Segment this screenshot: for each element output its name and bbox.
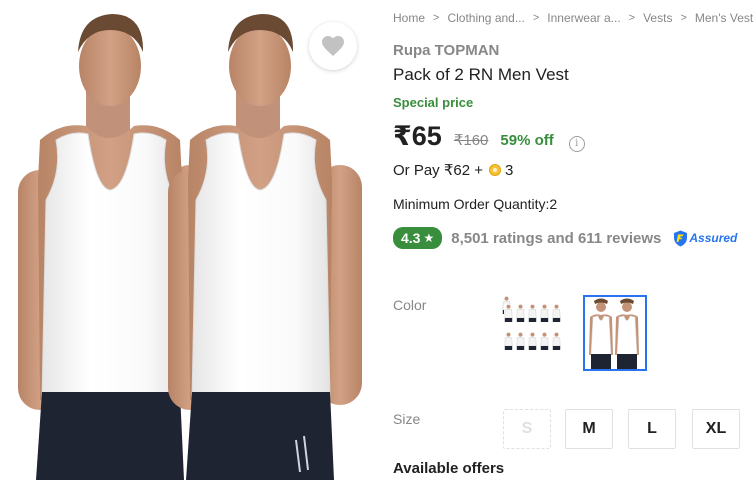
size-option-s[interactable]: S: [503, 409, 551, 449]
ratings-reviews-count[interactable]: 8,501 ratings and 611 reviews: [451, 230, 661, 247]
breadcrumb-mens-vest[interactable]: Men's Vest: [695, 11, 753, 25]
color-label: Color: [393, 297, 427, 313]
supercoin-icon: [489, 164, 501, 176]
supercoin-count: 3: [505, 161, 514, 179]
product-image[interactable]: [0, 0, 373, 480]
size-option-l[interactable]: L: [628, 409, 676, 449]
color-swatch-pack-of-10[interactable]: [501, 295, 565, 371]
swatch-image: [585, 297, 645, 369]
original-price: ₹160: [453, 132, 489, 149]
product-photo: [18, 14, 362, 480]
breadcrumb-vests[interactable]: Vests: [643, 11, 672, 25]
assured-badge: Assured: [673, 230, 737, 247]
wishlist-button[interactable]: [309, 22, 357, 70]
supercoin-offer: Or Pay ₹62 + 3: [393, 161, 514, 180]
special-price-label: Special price: [393, 95, 474, 110]
rating-row: 4.3 ★ 8,501 ratings and 611 reviews Assu…: [393, 227, 737, 249]
rating-badge[interactable]: 4.3 ★: [393, 227, 443, 249]
chevron-right-icon: >: [680, 12, 687, 24]
swatch-image: [502, 296, 562, 351]
size-option-m[interactable]: M: [565, 409, 613, 449]
breadcrumb-home[interactable]: Home: [393, 11, 425, 25]
chevron-right-icon: >: [532, 12, 540, 24]
model-right: [168, 14, 362, 480]
color-swatch-pack-of-2-selected[interactable]: [583, 295, 647, 371]
rating-value: 4.3: [401, 230, 421, 246]
assured-shield-icon: [674, 230, 688, 246]
breadcrumb-innerwear[interactable]: Innerwear a...: [547, 11, 620, 25]
info-icon[interactable]: i: [568, 135, 585, 152]
selling-price: ₹65: [393, 121, 442, 151]
breadcrumb-clothing[interactable]: Clothing and...: [447, 11, 524, 25]
or-pay-text: Or Pay ₹62 +: [393, 162, 483, 179]
star-icon: ★: [423, 231, 435, 245]
size-option-xl[interactable]: XL: [692, 409, 740, 449]
available-offers-heading: Available offers: [393, 460, 505, 477]
chevron-right-icon: >: [628, 12, 636, 24]
breadcrumb: Home > Clothing and... > Innerwear a... …: [393, 11, 755, 25]
assured-label: Assured: [689, 231, 738, 245]
product-brand: Rupa TOPMAN: [393, 42, 500, 59]
minimum-order-quantity: Minimum Order Quantity:2: [393, 196, 558, 212]
product-info: Home > Clothing and... > Innerwear a... …: [393, 0, 755, 480]
heart-icon: [322, 36, 344, 56]
size-label: Size: [393, 411, 421, 427]
chevron-right-icon: >: [433, 12, 440, 24]
discount-percent: 59% off: [500, 132, 554, 149]
price-row: ₹65 ₹160 59% off i: [393, 121, 585, 152]
product-title: Pack of 2 RN Men Vest: [393, 65, 569, 84]
